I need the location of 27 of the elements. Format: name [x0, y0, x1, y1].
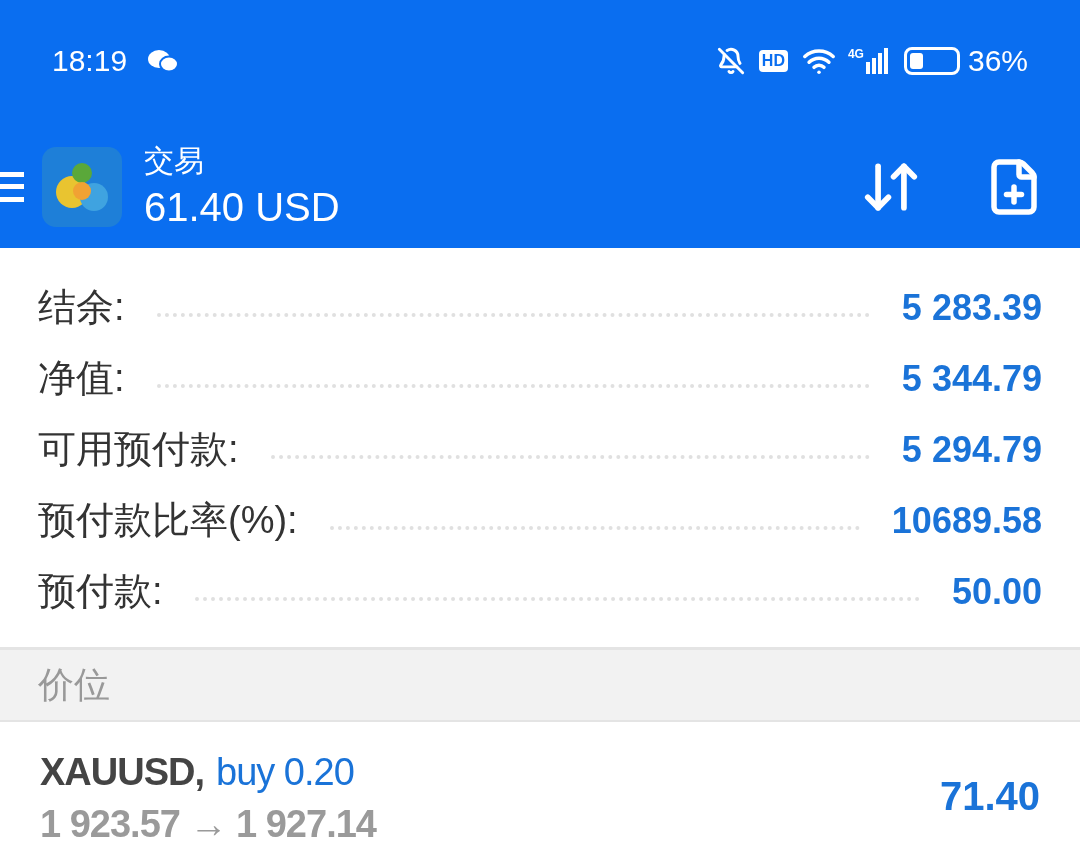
summary-label: 结余: [38, 285, 125, 330]
chat-bubbles-icon [147, 47, 180, 74]
summary-value: 5 283.39 [901, 285, 1042, 330]
bell-off-icon [716, 46, 745, 75]
summary-value: 50.00 [951, 569, 1042, 614]
clock: 18:19 [52, 43, 128, 79]
account-balance: 61.40 USD [144, 183, 340, 231]
position-row[interactable]: XAUUSD, buy 0.20 1 923.57 → 1 927.14 71.40 [0, 722, 1080, 847]
section-title: 价位 [38, 663, 110, 707]
position-side: buy 0.20 [216, 750, 354, 795]
network-label: 4G [847, 47, 864, 60]
summary-label: 净值: [38, 356, 125, 401]
hd-badge: HD [758, 49, 788, 72]
battery-percent: 36% [967, 43, 1028, 79]
summary-label: 预付款比率(%): [38, 498, 298, 543]
summary-value: 10689.58 [891, 498, 1042, 543]
battery-icon [903, 46, 960, 75]
signal-icon [865, 47, 890, 74]
screen-title: 交易 [144, 142, 205, 179]
summary-value: 5 294.79 [901, 427, 1042, 472]
summary-label: 可用预付款: [38, 427, 239, 472]
app-logo-icon [42, 146, 122, 227]
position-profit: 71.40 [939, 772, 1040, 820]
position-symbol: XAUUSD, [40, 750, 205, 795]
summary-value: 5 344.79 [901, 356, 1042, 401]
position-prices: 1 923.57 → 1 927.14 [40, 802, 376, 847]
summary-label: 预付款: [38, 569, 163, 614]
